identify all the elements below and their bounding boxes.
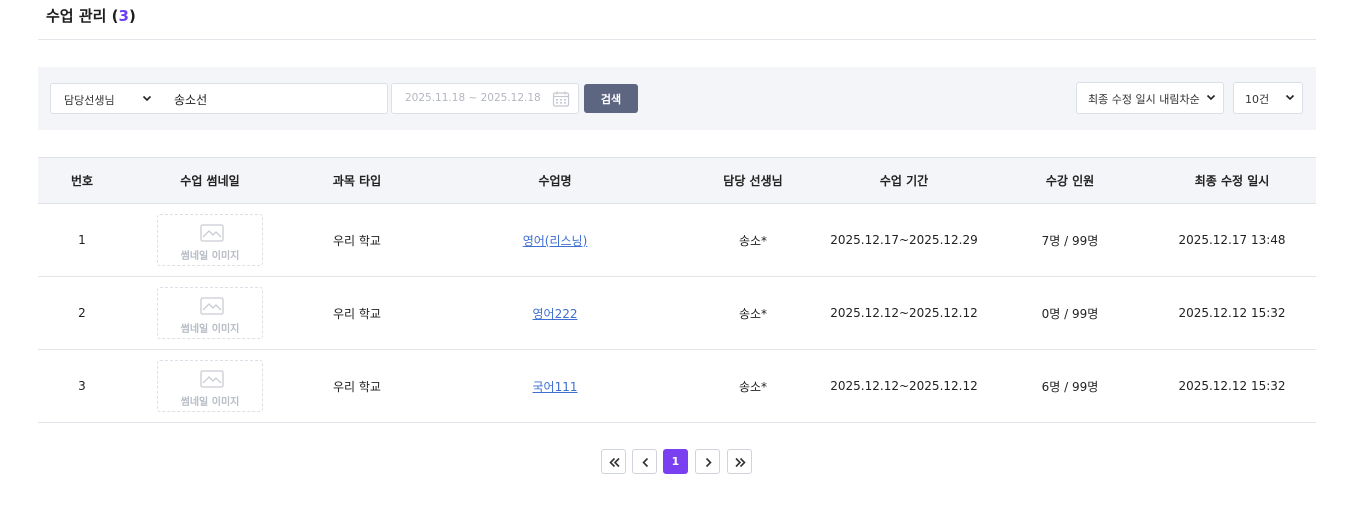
chevron-down-icon: [142, 95, 152, 102]
row-updated: 2025.12.17 13:48: [1148, 203, 1316, 277]
chevron-down-icon: [1206, 94, 1216, 101]
col-updated: 최종 수정 일시: [1148, 157, 1316, 204]
row-number: 2: [38, 276, 126, 350]
thumbnail-cell: 썸네일 이미지: [126, 276, 294, 350]
table-row: 3 썸네일 이미지 우리 학교 국어111 송소* 2025.12.12~202…: [38, 349, 1316, 423]
row-enrollment: 7명 / 99명: [992, 203, 1148, 277]
first-page-button[interactable]: [601, 449, 626, 474]
next-page-button[interactable]: [695, 449, 720, 474]
class-name-link[interactable]: 영어222: [533, 307, 578, 321]
page-size-value: 10건: [1245, 93, 1270, 106]
image-icon: [200, 224, 224, 242]
thumbnail-placeholder: 썸네일 이미지: [157, 287, 263, 339]
count-close: ): [128, 7, 136, 25]
class-name-cell: 영어222: [420, 276, 690, 350]
col-class-name: 수업명: [420, 157, 690, 204]
page-title-text: 수업 관리: [46, 7, 107, 25]
thumbnail-label: 썸네일 이미지: [180, 251, 240, 262]
table-header-row: 번호 수업 썸네일 과목 타입 수업명 담당 선생님 수업 기간 수강 인원 최…: [38, 157, 1316, 204]
class-name-cell: 국어111: [420, 349, 690, 423]
prev-page-button[interactable]: [632, 449, 657, 474]
col-number: 번호: [38, 157, 126, 204]
row-teacher: 송소*: [690, 203, 816, 277]
row-subject-type: 우리 학교: [294, 203, 420, 277]
row-enrollment: 6명 / 99명: [992, 349, 1148, 423]
class-name-link[interactable]: 국어111: [533, 380, 578, 394]
page-title: 수업 관리 (3): [46, 5, 136, 26]
sort-order-select[interactable]: 최종 수정 일시 내림차순: [1076, 82, 1224, 114]
class-count: 3: [118, 7, 129, 25]
page-button-current[interactable]: 1: [663, 449, 688, 474]
sort-order-value: 최종 수정 일시 내림차순: [1088, 93, 1200, 106]
thumbnail-placeholder: 썸네일 이미지: [157, 214, 263, 266]
chevron-down-icon: [1285, 94, 1295, 101]
class-name-cell: 영어(리스닝): [420, 203, 690, 277]
teacher-name-input[interactable]: 송소선: [160, 83, 388, 114]
row-updated: 2025.12.12 15:32: [1148, 276, 1316, 350]
thumbnail-placeholder: 썸네일 이미지: [157, 360, 263, 412]
row-subject-type: 우리 학교: [294, 276, 420, 350]
row-teacher: 송소*: [690, 349, 816, 423]
class-name-link[interactable]: 영어(리스닝): [523, 234, 588, 248]
col-enrollment: 수강 인원: [992, 157, 1148, 204]
page-size-select[interactable]: 10건: [1233, 82, 1303, 114]
teacher-name-input-value: 송소선: [174, 93, 208, 107]
filter-bar: 담당선생님 송소선 2025.11.18 ~ 2025.12.18 검색 최종 …: [38, 67, 1316, 130]
first-page-icon: [609, 457, 620, 468]
class-management-page: 수업 관리 (3) 담당선생님 송소선 2025.11.18 ~ 2025.12…: [0, 0, 1366, 528]
col-teacher: 담당 선생님: [690, 157, 816, 204]
title-bar: 수업 관리 (3): [38, 0, 1316, 40]
table-row: 2 썸네일 이미지 우리 학교 영어222 송소* 2025.12.12~202…: [38, 276, 1316, 350]
thumbnail-cell: 썸네일 이미지: [126, 203, 294, 277]
image-icon: [200, 297, 224, 315]
row-updated: 2025.12.12 15:32: [1148, 349, 1316, 423]
row-teacher: 송소*: [690, 276, 816, 350]
col-period: 수업 기간: [816, 157, 992, 204]
date-range-picker[interactable]: 2025.11.18 ~ 2025.12.18: [391, 83, 579, 114]
next-page-icon: [705, 457, 712, 468]
class-table: 번호 수업 썸네일 과목 타입 수업명 담당 선생님 수업 기간 수강 인원 최…: [38, 157, 1316, 423]
teacher-filter-select[interactable]: 담당선생님: [50, 83, 160, 114]
teacher-filter-select-value: 담당선생님: [64, 94, 115, 107]
thumbnail-label: 썸네일 이미지: [180, 397, 240, 408]
row-number: 3: [38, 349, 126, 423]
row-enrollment: 0명 / 99명: [992, 276, 1148, 350]
col-subject-type: 과목 타입: [294, 157, 420, 204]
count-open: (: [111, 7, 119, 25]
last-page-icon: [735, 457, 746, 468]
row-period: 2025.12.12~2025.12.12: [816, 349, 992, 423]
date-range-value: 2025.11.18 ~ 2025.12.18: [405, 92, 541, 104]
row-period: 2025.12.12~2025.12.12: [816, 276, 992, 350]
row-period: 2025.12.17~2025.12.29: [816, 203, 992, 277]
prev-page-icon: [642, 457, 649, 468]
thumbnail-cell: 썸네일 이미지: [126, 349, 294, 423]
table-row: 1 썸네일 이미지 우리 학교 영어(리스닝) 송소* 2025.12.17~2…: [38, 203, 1316, 277]
last-page-button[interactable]: [727, 449, 752, 474]
row-subject-type: 우리 학교: [294, 349, 420, 423]
col-thumbnail: 수업 썸네일: [126, 157, 294, 204]
row-number: 1: [38, 203, 126, 277]
image-icon: [200, 370, 224, 388]
thumbnail-label: 썸네일 이미지: [180, 324, 240, 335]
search-button[interactable]: 검색: [584, 84, 638, 113]
calendar-icon[interactable]: [552, 90, 570, 108]
